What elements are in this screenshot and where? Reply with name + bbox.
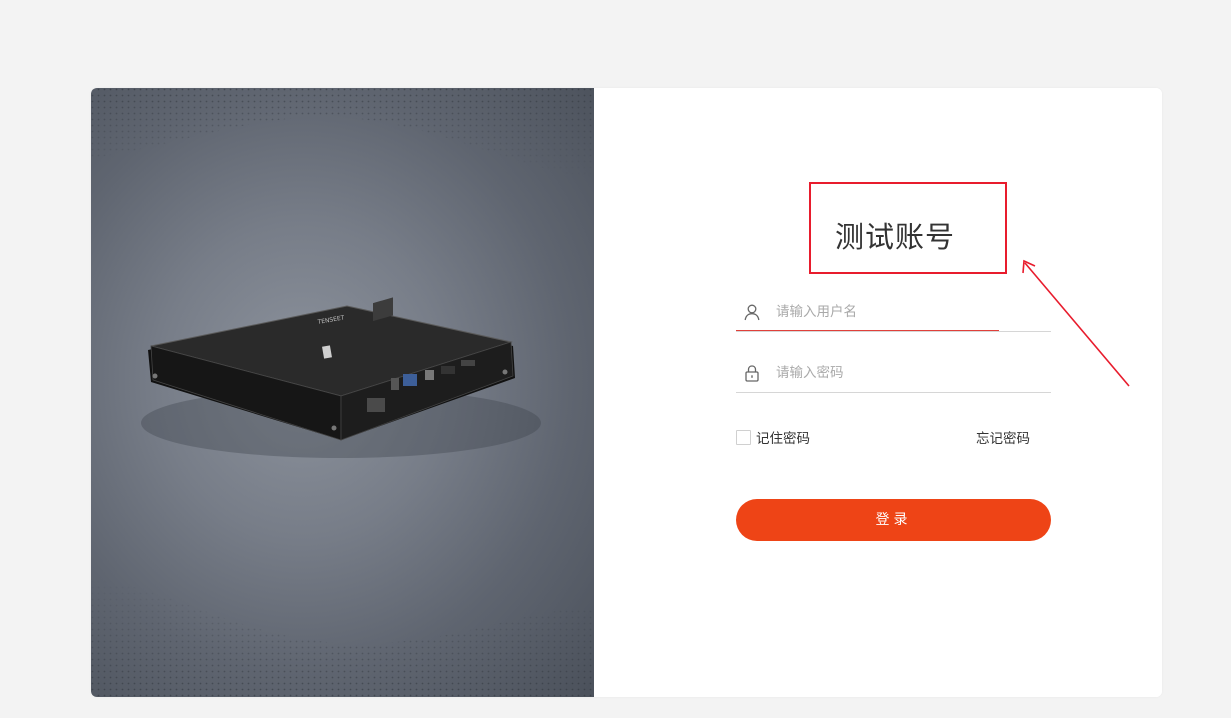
user-icon [744,304,760,321]
remember-password-label: 记住密码 [756,431,810,447]
password-input[interactable] [776,361,1046,385]
login-button[interactable]: 登录 [736,499,1051,541]
annotation-highlight-box [809,182,1007,274]
username-focus-underline [736,330,999,331]
product-illustration-panel: TENSEET [91,88,594,697]
remember-checkbox-box[interactable] [736,429,751,445]
remember-password-checkbox[interactable]: 记住密码 [736,427,810,447]
lock-icon [745,365,759,382]
username-input[interactable] [776,300,1046,324]
username-field [736,294,1051,332]
mini-pc-device-image: TENSEET [141,297,541,458]
forgot-password-link[interactable]: 忘记密码 [976,427,1030,447]
password-field [736,355,1051,393]
